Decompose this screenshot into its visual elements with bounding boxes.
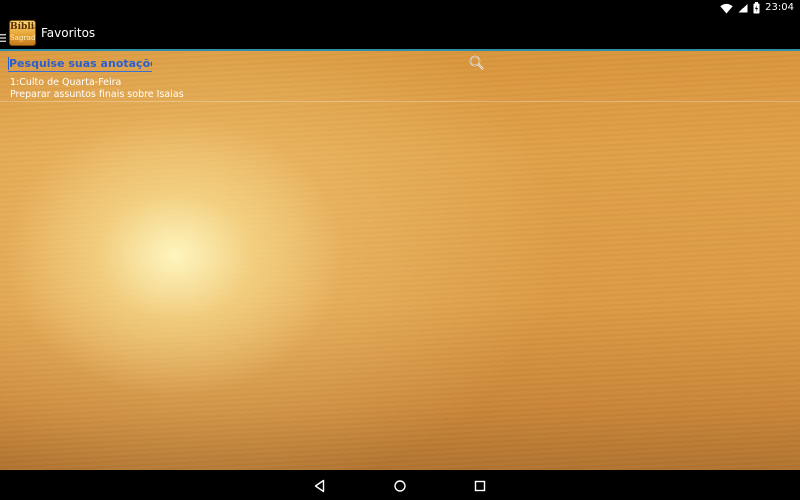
back-icon [313,478,327,497]
note-list: 1:Culto de Quarta-Feira Preparar assunto… [0,75,800,102]
back-button[interactable] [313,478,327,493]
status-bar: 23:04 [0,0,800,16]
search-button[interactable] [468,54,486,72]
app-logo-line2: Sagrada [10,34,36,42]
action-bar [0,16,800,49]
note-title: 1:Culto de Quarta-Feira [10,77,122,88]
navigation-bar [0,470,800,500]
text-caret [8,57,9,70]
search-input[interactable] [8,55,152,72]
list-item[interactable]: 1:Culto de Quarta-Feira Preparar assunto… [0,75,800,102]
menu-icon[interactable] [0,28,8,42]
status-time: 23:04 [765,2,794,13]
home-button[interactable] [393,478,407,492]
status-icons: 23:04 [720,1,794,15]
recents-button[interactable] [473,478,487,492]
page-title: Favoritos [41,26,96,40]
recents-icon [473,478,487,497]
search-icon [468,55,486,76]
app-logo-line1: Bíblia [10,22,35,32]
signal-icon [738,3,748,13]
app-logo[interactable]: Bíblia Sagrada [9,20,36,46]
battery-icon [753,2,760,14]
content-area: 1:Culto de Quarta-Feira Preparar assunto… [0,51,800,470]
wifi-icon [720,3,733,14]
home-icon [393,478,407,497]
note-body: Preparar assuntos finais sobre Isaias [10,89,184,100]
